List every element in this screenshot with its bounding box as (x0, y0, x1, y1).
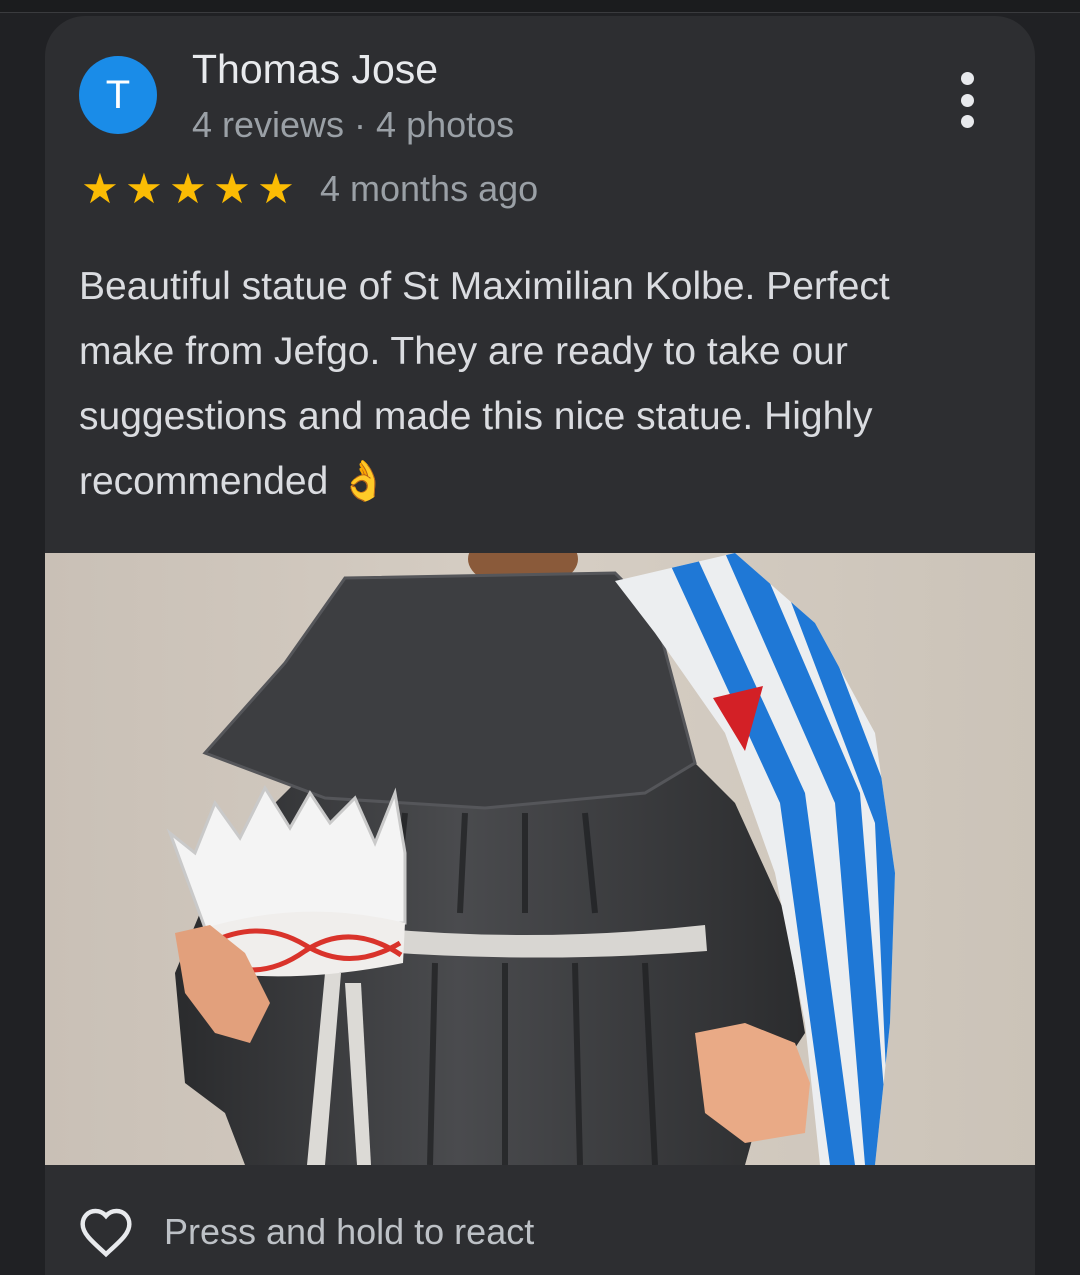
top-bar (0, 0, 1080, 13)
more-vertical-icon (960, 115, 974, 128)
star-icon: ★ (81, 165, 119, 212)
more-vertical-icon (960, 72, 974, 85)
author-name[interactable]: Thomas Jose (192, 46, 438, 93)
star-icon: ★ (169, 165, 207, 212)
statue-photo (45, 529, 1035, 1166)
more-vertical-icon (960, 93, 974, 107)
more-options-button[interactable] (950, 72, 984, 128)
star-icon: ★ (257, 165, 295, 212)
heart-outline-icon (80, 1208, 132, 1258)
rating-row: ★ ★ ★ ★ ★ 4 months ago (78, 168, 538, 210)
react-label: Press and hold to react (164, 1211, 535, 1252)
star-icon: ★ (125, 165, 163, 212)
star-rating: ★ ★ ★ ★ ★ (78, 168, 298, 210)
avatar[interactable]: T (79, 56, 157, 134)
review-text: Beautiful statue of St Maximilian Kolbe.… (79, 265, 890, 503)
author-meta: 4 reviews · 4 photos (192, 104, 515, 145)
review-photo[interactable] (45, 529, 1035, 1166)
star-icon: ★ (213, 165, 251, 212)
review-card: T Thomas Jose 4 reviews · 4 photos ★ ★ ★ ★ ★… (45, 16, 1035, 1275)
review-date: 4 months ago (320, 168, 539, 209)
react-row[interactable]: Press and hold to react (78, 1206, 534, 1258)
